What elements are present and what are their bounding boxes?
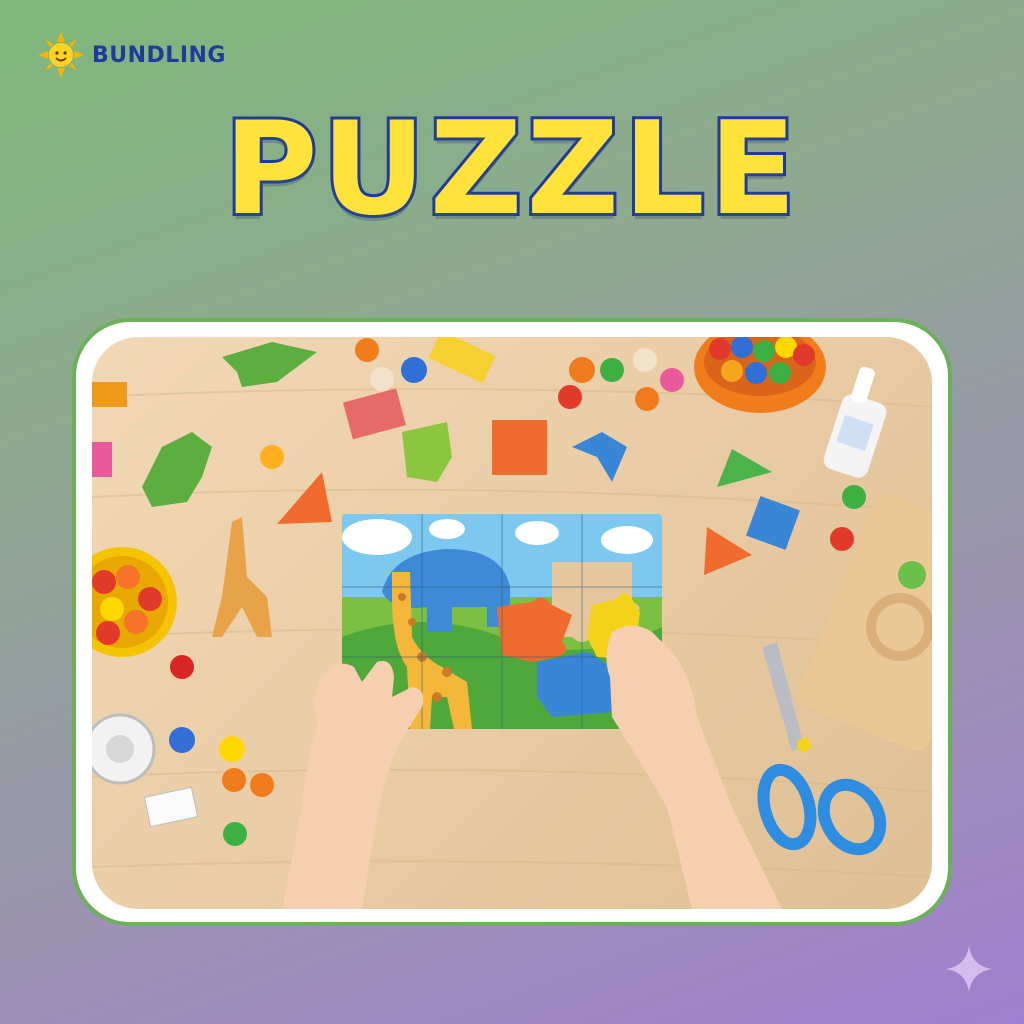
- puzzle-photo: [92, 337, 932, 909]
- pompom-bowl-right: [694, 337, 826, 413]
- dino-toy-top: [222, 342, 317, 387]
- page-title: PUZZLE: [221, 92, 801, 247]
- pompom-bowl-left: [92, 547, 177, 657]
- dino-toy-left: [142, 432, 212, 507]
- sparkle-icon: [946, 946, 992, 992]
- shape-board: [798, 493, 932, 751]
- glue-bottle: [823, 366, 887, 478]
- brand: BUNDLING: [36, 30, 226, 80]
- sun-icon: [38, 32, 84, 78]
- giraffe-toy: [212, 517, 272, 637]
- brand-name: BUNDLING: [92, 42, 226, 68]
